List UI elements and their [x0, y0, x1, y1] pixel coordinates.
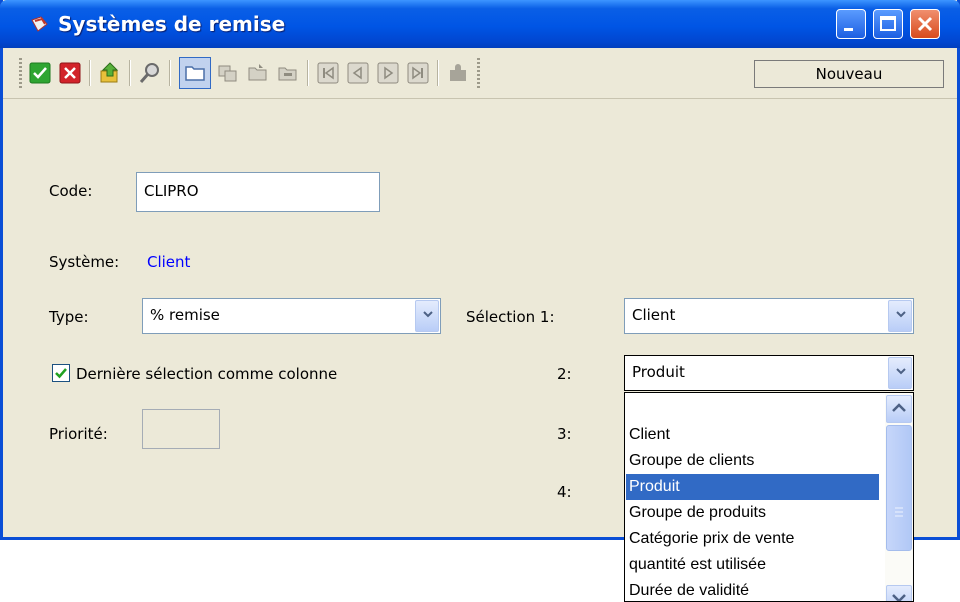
folder-button[interactable]	[179, 57, 211, 89]
folder-icon	[185, 66, 205, 81]
close-icon	[917, 16, 933, 32]
toolbar-separator	[129, 60, 131, 86]
list-item-duree-validite[interactable]: Durée de validité	[629, 578, 877, 601]
last-selection-label[interactable]: Dernière sélection comme colonne	[76, 365, 337, 383]
copy-icon[interactable]	[217, 62, 239, 84]
selection2-select[interactable]: Produit	[624, 355, 914, 391]
selection1-dropdown-button[interactable]	[888, 300, 912, 332]
system-label: Système:	[49, 253, 120, 271]
app-icon	[31, 16, 48, 32]
type-value: % remise	[150, 306, 220, 324]
folder-closed-icon[interactable]	[277, 62, 299, 84]
confirm-icon[interactable]	[29, 62, 51, 84]
scroll-down-button[interactable]	[886, 585, 912, 601]
system-value: Client	[147, 253, 191, 271]
scroll-thumb[interactable]	[886, 425, 912, 551]
toolbar-grip[interactable]	[19, 58, 22, 88]
type-label: Type:	[49, 308, 89, 326]
nouveau-button[interactable]: Nouveau	[754, 60, 944, 88]
folder-open-icon[interactable]	[247, 62, 269, 84]
next-record-icon[interactable]	[377, 62, 399, 84]
chevron-down-icon	[896, 311, 906, 318]
selection1-label: Sélection 1:	[466, 308, 555, 326]
toolbar-separator	[89, 60, 91, 86]
list-item-client[interactable]: Client	[629, 422, 877, 448]
toolbar-grip[interactable]	[477, 58, 480, 88]
toolbar-separator	[307, 60, 309, 86]
search-icon[interactable]	[139, 62, 161, 84]
selection2-dropdown-button[interactable]	[888, 357, 912, 389]
list-item-produit[interactable]: Produit	[626, 474, 879, 500]
chevron-down-icon	[896, 368, 906, 375]
first-record-icon[interactable]	[317, 62, 339, 84]
window-title: Systèmes de remise	[58, 12, 286, 36]
toolbar-separator	[437, 60, 439, 86]
type-select[interactable]: % remise	[142, 298, 441, 334]
selection3-label: 3:	[557, 425, 572, 443]
selection4-label: 4:	[557, 483, 572, 501]
maximize-icon	[880, 16, 896, 31]
type-dropdown-button[interactable]	[415, 300, 439, 332]
puzzle-icon[interactable]	[447, 62, 469, 84]
export-icon[interactable]	[99, 62, 121, 84]
code-field[interactable]: CLIPRO	[136, 172, 380, 212]
code-value: CLIPRO	[144, 182, 199, 200]
selection2-label: 2:	[557, 365, 572, 383]
cancel-icon[interactable]	[59, 62, 81, 84]
previous-record-icon[interactable]	[347, 62, 369, 84]
minimize-button[interactable]	[836, 9, 866, 39]
code-label: Code:	[49, 182, 93, 200]
priority-field[interactable]	[142, 409, 220, 449]
selection1-select[interactable]: Client	[624, 298, 914, 334]
selection2-value: Produit	[632, 363, 685, 381]
grip-lines-icon	[895, 507, 903, 517]
list-item-quantite[interactable]: quantité est utilisée	[629, 552, 877, 578]
scroll-up-button[interactable]	[886, 395, 912, 423]
checkmark-icon	[55, 368, 67, 379]
list-item-categorie-prix[interactable]: Catégorie prix de vente	[629, 526, 877, 552]
chevron-down-icon	[892, 594, 906, 601]
list-scrollbar[interactable]	[885, 393, 913, 601]
chevron-down-icon	[423, 311, 433, 318]
list-item-groupe-de-produits[interactable]: Groupe de produits	[629, 500, 877, 526]
selection2-dropdown-list[interactable]: Client Groupe de clients Produit Groupe …	[624, 392, 914, 602]
last-selection-checkbox[interactable]	[52, 364, 70, 382]
priority-label: Priorité:	[49, 425, 108, 443]
chevron-up-icon	[892, 403, 906, 412]
maximize-button[interactable]	[873, 9, 903, 39]
last-record-icon[interactable]	[407, 62, 429, 84]
toolbar-separator	[169, 60, 171, 86]
minimize-icon	[844, 28, 853, 31]
list-item-empty[interactable]	[629, 397, 877, 423]
title-bar[interactable]: Systèmes de remise	[0, 0, 960, 48]
selection1-value: Client	[632, 306, 676, 324]
close-button[interactable]	[910, 9, 940, 39]
list-item-groupe-de-clients[interactable]: Groupe de clients	[629, 448, 877, 474]
